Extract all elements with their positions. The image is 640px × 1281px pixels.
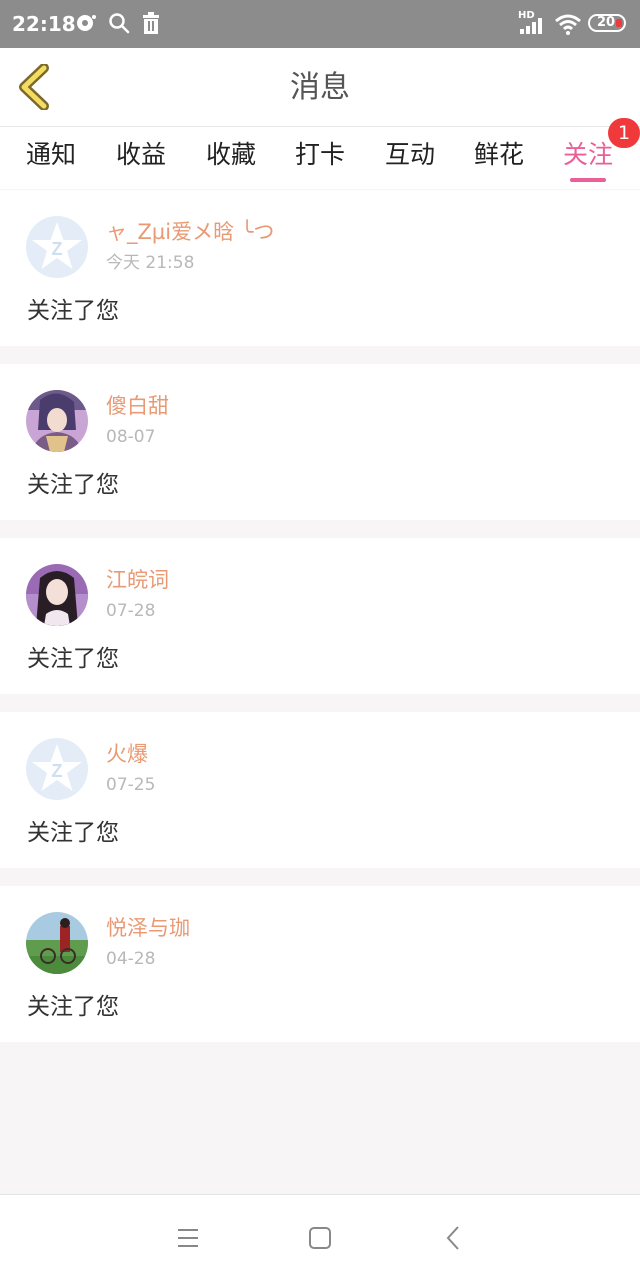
list-item[interactable]: 江皖词 07-28 关注了您 xyxy=(0,538,640,694)
tab-flowers[interactable]: 鲜花 xyxy=(474,139,524,171)
search-icon xyxy=(109,13,130,34)
portrait-avatar-image xyxy=(26,564,88,626)
trash-icon xyxy=(143,12,159,34)
page-title: 消息 xyxy=(290,70,350,105)
system-navigation-bar xyxy=(0,1194,640,1281)
message-notification-icon xyxy=(77,15,96,31)
tab-follows[interactable]: 关注 xyxy=(563,139,613,171)
header: 消息 xyxy=(0,48,640,127)
list-item[interactable]: 傻白甜 08-07 关注了您 xyxy=(0,364,640,520)
message-text: 关注了您 xyxy=(27,298,119,324)
tab-favorites[interactable]: 收藏 xyxy=(206,139,256,171)
avatar[interactable] xyxy=(26,912,88,974)
username[interactable]: 悦泽与珈 xyxy=(106,915,190,941)
avatar[interactable]: Z xyxy=(26,738,88,800)
status-bar: 22:18 HD 20 xyxy=(0,0,640,48)
avatar[interactable]: Z xyxy=(26,216,88,278)
username[interactable]: ャ_Zµi爱メ晗 ╰つ xyxy=(106,219,274,245)
timestamp: 08-07 xyxy=(106,427,156,447)
message-text: 关注了您 xyxy=(27,646,119,672)
active-tab-indicator xyxy=(570,178,606,182)
status-time: 22:18 xyxy=(12,12,76,36)
unread-badge: 1 xyxy=(608,118,640,148)
tab-notifications[interactable]: 通知 xyxy=(26,139,76,171)
battery-icon: 20 xyxy=(588,14,626,32)
default-avatar-icon: Z xyxy=(26,216,88,278)
back-nav-icon[interactable] xyxy=(436,1221,472,1255)
wifi-icon xyxy=(555,14,581,35)
message-text: 关注了您 xyxy=(27,994,119,1020)
timestamp: 04-28 xyxy=(106,949,156,969)
tab-interactions[interactable]: 互动 xyxy=(385,139,435,171)
tab-bar: 通知 收益 收藏 打卡 互动 鲜花 关注 xyxy=(0,127,640,189)
scenery-avatar-image xyxy=(26,912,88,974)
avatar[interactable] xyxy=(26,390,88,452)
list-item[interactable]: Z 火爆 07-25 关注了您 xyxy=(0,712,640,868)
signal-icon xyxy=(520,18,542,34)
username[interactable]: 火爆 xyxy=(106,741,148,767)
svg-text:Z: Z xyxy=(52,239,63,259)
message-text: 关注了您 xyxy=(27,472,119,498)
avatar[interactable] xyxy=(26,564,88,626)
tab-checkin[interactable]: 打卡 xyxy=(295,139,345,171)
username[interactable]: 江皖词 xyxy=(106,567,169,593)
battery-level: 20 xyxy=(597,15,616,30)
timestamp: 07-25 xyxy=(106,775,156,795)
menu-icon[interactable] xyxy=(170,1221,206,1255)
username[interactable]: 傻白甜 xyxy=(106,393,169,419)
timestamp: 07-28 xyxy=(106,601,156,621)
list-item[interactable]: 悦泽与珈 04-28 关注了您 xyxy=(0,886,640,1042)
home-icon[interactable] xyxy=(302,1221,338,1255)
message-text: 关注了您 xyxy=(27,820,119,846)
default-avatar-icon: Z xyxy=(26,738,88,800)
anime-avatar-image xyxy=(26,390,88,452)
timestamp: 今天 21:58 xyxy=(106,253,195,273)
list-item[interactable]: Z ャ_Zµi爱メ晗 ╰つ 今天 21:58 关注了您 xyxy=(0,190,640,346)
svg-text:Z: Z xyxy=(52,761,63,781)
tab-earnings[interactable]: 收益 xyxy=(116,139,166,171)
